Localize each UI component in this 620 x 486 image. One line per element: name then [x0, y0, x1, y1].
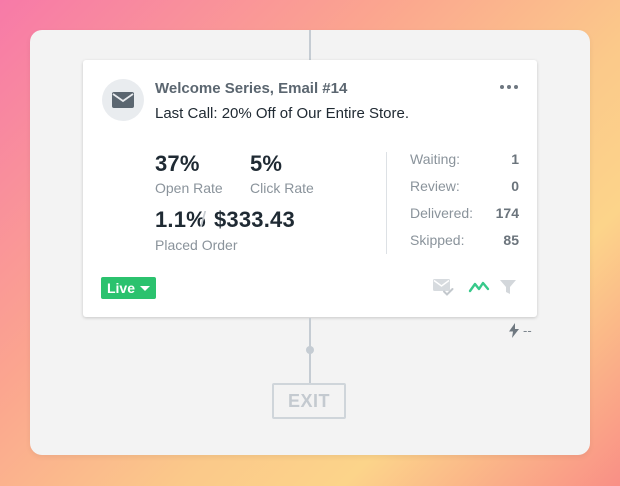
- stat-review-value: 0: [511, 178, 519, 194]
- placed-order-rate: 1.1%: [155, 207, 206, 232]
- email-step-title[interactable]: Welcome Series, Email #14: [155, 80, 347, 97]
- exit-node[interactable]: EXIT: [272, 383, 346, 419]
- email-step-card[interactable]: Welcome Series, Email #14 Last Call: 20%…: [83, 60, 537, 317]
- email-subject-line: Last Call: 20% Off of Our Entire Store.: [155, 105, 410, 122]
- click-rate-value: 5%: [250, 151, 283, 176]
- click-rate-label: Click Rate: [250, 180, 314, 196]
- envelope-icon: [102, 79, 144, 121]
- stat-delivered-value: 174: [495, 205, 519, 221]
- mail-check-icon[interactable]: [430, 274, 456, 300]
- placed-order-separator: /: [200, 207, 207, 232]
- stat-delivered-label: Delivered:: [410, 205, 474, 221]
- caret-down-icon: [140, 285, 150, 291]
- stats-divider: [386, 152, 387, 254]
- placed-order-label: Placed Order: [155, 237, 238, 253]
- stat-waiting-label: Waiting:: [410, 151, 461, 167]
- open-rate-label: Open Rate: [155, 180, 223, 196]
- flow-connector-dot: [306, 346, 314, 354]
- stat-skipped-value: 85: [503, 232, 519, 248]
- placed-order-revenue: $333.43: [214, 207, 295, 232]
- stat-review-label: Review:: [410, 178, 460, 194]
- stat-skipped-label: Skipped:: [410, 232, 465, 248]
- flow-connector-top: [309, 30, 311, 61]
- more-horizontal-icon[interactable]: [497, 78, 521, 96]
- lightning-bolt-icon: [509, 323, 519, 338]
- trend-line-icon[interactable]: [466, 274, 492, 300]
- trigger-text: --: [523, 323, 532, 338]
- status-label: Live: [106, 280, 135, 296]
- trigger-indicator: --: [509, 323, 532, 338]
- status-dropdown[interactable]: Live: [101, 277, 156, 299]
- filter-icon[interactable]: [495, 274, 521, 300]
- open-rate-value: 37%: [155, 151, 200, 176]
- stat-waiting-value: 1: [511, 151, 519, 167]
